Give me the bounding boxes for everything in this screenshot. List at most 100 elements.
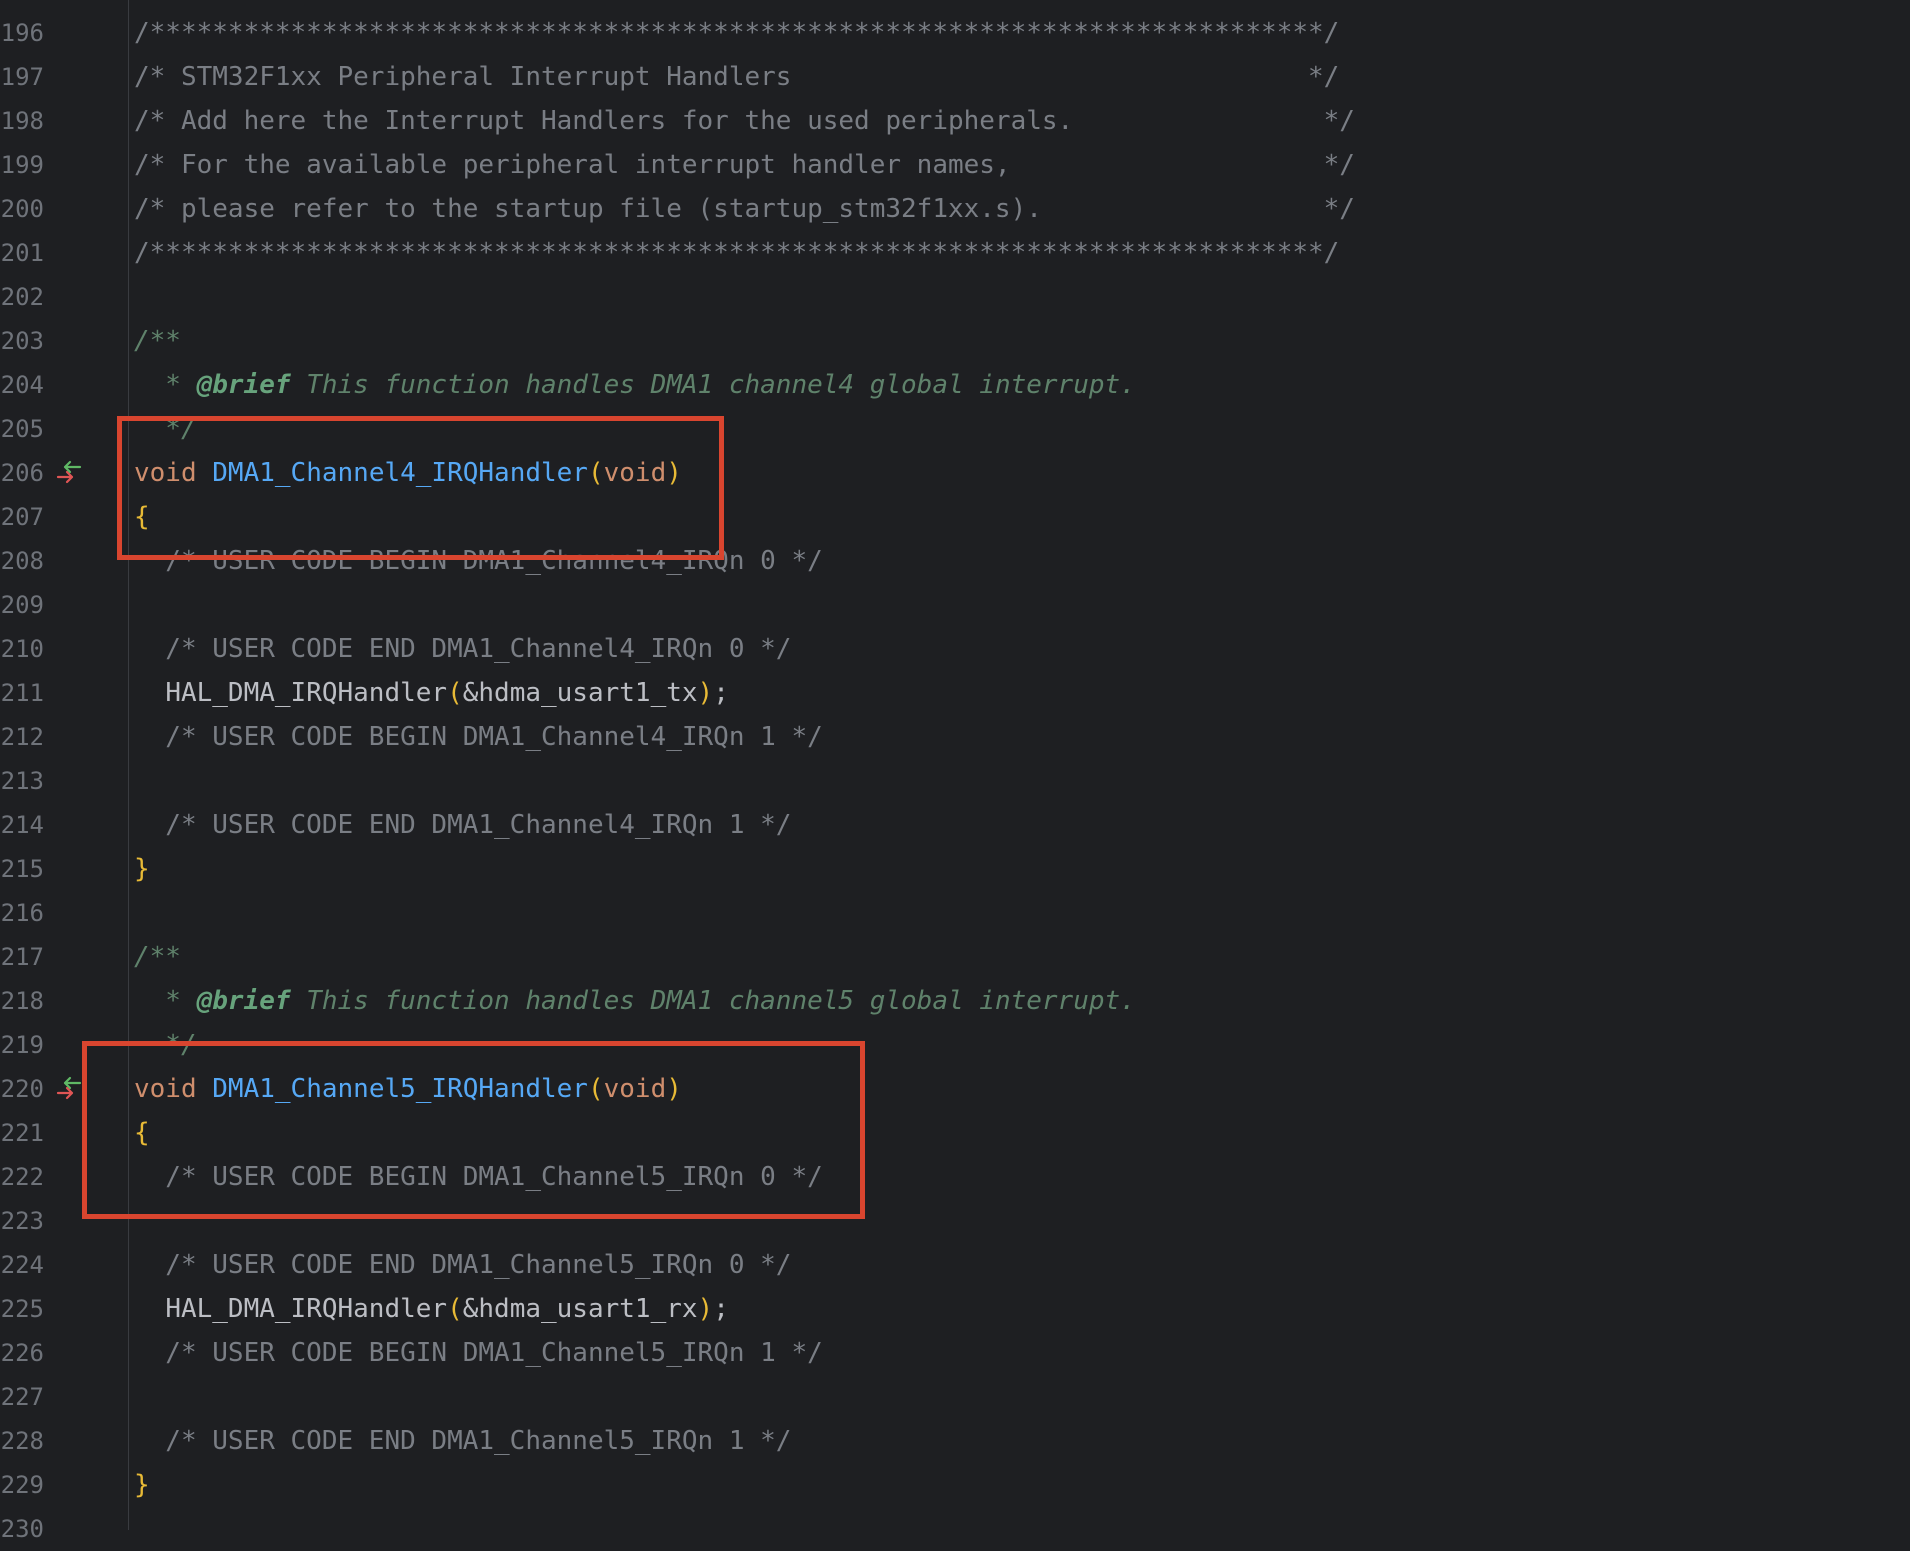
- code-line[interactable]: 220 void DMA1_Channel5_IRQHandler(void): [0, 1067, 1910, 1111]
- code-text[interactable]: /**: [134, 319, 181, 363]
- code-text[interactable]: {: [134, 495, 150, 539]
- line-number[interactable]: 217: [0, 935, 44, 979]
- code-line[interactable]: 226 /* USER CODE BEGIN DMA1_Channel5_IRQ…: [0, 1331, 1910, 1375]
- code-text[interactable]: /* USER CODE BEGIN DMA1_Channel5_IRQn 0 …: [134, 1155, 822, 1199]
- line-number[interactable]: 205: [0, 407, 44, 451]
- line-number[interactable]: 227: [0, 1375, 44, 1419]
- code-line[interactable]: 198 /* Add here the Interrupt Handlers fo…: [0, 99, 1910, 143]
- code-text[interactable]: /* USER CODE BEGIN DMA1_Channel5_IRQn 1 …: [134, 1331, 822, 1375]
- code-line[interactable]: 224 /* USER CODE END DMA1_Channel5_IRQn …: [0, 1243, 1910, 1287]
- line-number[interactable]: 213: [0, 759, 44, 803]
- code-line[interactable]: 225 HAL_DMA_IRQHandler(&hdma_usart1_rx);: [0, 1287, 1910, 1331]
- code-line[interactable]: 222 /* USER CODE BEGIN DMA1_Channel5_IRQ…: [0, 1155, 1910, 1199]
- code-line[interactable]: 211 HAL_DMA_IRQHandler(&hdma_usart1_tx);: [0, 671, 1910, 715]
- line-number[interactable]: 223: [0, 1199, 44, 1243]
- line-number[interactable]: 226: [0, 1331, 44, 1375]
- code-text[interactable]: */: [134, 1023, 196, 1067]
- code-text[interactable]: /* USER CODE BEGIN DMA1_Channel4_IRQn 0 …: [134, 539, 822, 583]
- line-number[interactable]: 221: [0, 1111, 44, 1155]
- line-number[interactable]: 229: [0, 1463, 44, 1507]
- implementation-arrows-icon[interactable]: [56, 1073, 86, 1105]
- code-line[interactable]: 202: [0, 275, 1910, 319]
- code-text[interactable]: /* please refer to the startup file (sta…: [134, 187, 1355, 231]
- line-number[interactable]: 222: [0, 1155, 44, 1199]
- code-text[interactable]: /***************************************…: [134, 231, 1339, 275]
- code-text[interactable]: */: [134, 407, 196, 451]
- code-line[interactable]: 207 {: [0, 495, 1910, 539]
- code-line[interactable]: 218 * @brief This function handles DMA1 …: [0, 979, 1910, 1023]
- code-line[interactable]: 197 /* STM32F1xx Peripheral Interrupt Han…: [0, 55, 1910, 99]
- code-line[interactable]: 219 */: [0, 1023, 1910, 1067]
- line-number[interactable]: 197: [0, 55, 44, 99]
- code-line[interactable]: 209: [0, 583, 1910, 627]
- code-line[interactable]: 230: [0, 1507, 1910, 1551]
- code-line[interactable]: 214 /* USER CODE END DMA1_Channel4_IRQn …: [0, 803, 1910, 847]
- code-line[interactable]: 210 /* USER CODE END DMA1_Channel4_IRQn …: [0, 627, 1910, 671]
- line-number[interactable]: 202: [0, 275, 44, 319]
- line-number[interactable]: 214: [0, 803, 44, 847]
- line-number[interactable]: 225: [0, 1287, 44, 1331]
- code-text[interactable]: HAL_DMA_IRQHandler(&hdma_usart1_tx);: [134, 671, 729, 715]
- code-line[interactable]: 208 /* USER CODE BEGIN DMA1_Channel4_IRQ…: [0, 539, 1910, 583]
- line-number[interactable]: 220: [0, 1067, 44, 1111]
- code-line[interactable]: 199 /* For the available peripheral inter…: [0, 143, 1910, 187]
- code-text[interactable]: /* USER CODE END DMA1_Channel5_IRQn 1 */: [134, 1419, 791, 1463]
- line-number[interactable]: 201: [0, 231, 44, 275]
- code-line[interactable]: 205 */: [0, 407, 1910, 451]
- implementation-arrows-icon[interactable]: [56, 457, 86, 489]
- code-editor[interactable]: 196 /************************************…: [0, 0, 1910, 1543]
- code-text[interactable]: /* Add here the Interrupt Handlers for t…: [134, 99, 1355, 143]
- code-text[interactable]: /* For the available peripheral interrup…: [134, 143, 1355, 187]
- code-text[interactable]: void DMA1_Channel5_IRQHandler(void): [134, 1067, 682, 1111]
- code-line[interactable]: 215}: [0, 847, 1910, 891]
- line-number[interactable]: 199: [0, 143, 44, 187]
- code-line[interactable]: 223: [0, 1199, 1910, 1243]
- code-text[interactable]: * @brief This function handles DMA1 chan…: [134, 979, 1136, 1023]
- line-number[interactable]: 209: [0, 583, 44, 627]
- code-line[interactable]: 212 /* USER CODE BEGIN DMA1_Channel4_IRQ…: [0, 715, 1910, 759]
- code-line[interactable]: 221 {: [0, 1111, 1910, 1155]
- line-number[interactable]: 198: [0, 99, 44, 143]
- line-number[interactable]: 228: [0, 1419, 44, 1463]
- line-number[interactable]: 204: [0, 363, 44, 407]
- code-line[interactable]: 216: [0, 891, 1910, 935]
- line-number[interactable]: 208: [0, 539, 44, 583]
- code-text[interactable]: * @brief This function handles DMA1 chan…: [134, 363, 1136, 407]
- code-text[interactable]: }: [134, 847, 150, 891]
- code-line[interactable]: 201 /************************************…: [0, 231, 1910, 275]
- code-line[interactable]: 228 /* USER CODE END DMA1_Channel5_IRQn …: [0, 1419, 1910, 1463]
- code-text[interactable]: }: [134, 1463, 150, 1507]
- code-line[interactable]: 200 /* please refer to the startup file (…: [0, 187, 1910, 231]
- line-number[interactable]: 215: [0, 847, 44, 891]
- line-number[interactable]: 210: [0, 627, 44, 671]
- line-number[interactable]: 207: [0, 495, 44, 539]
- line-number[interactable]: 218: [0, 979, 44, 1023]
- line-number[interactable]: 212: [0, 715, 44, 759]
- line-number[interactable]: 200: [0, 187, 44, 231]
- line-number[interactable]: 203: [0, 319, 44, 363]
- line-number[interactable]: 196: [0, 11, 44, 55]
- code-line[interactable]: 196 /************************************…: [0, 11, 1910, 55]
- code-line[interactable]: 229}: [0, 1463, 1910, 1507]
- line-number[interactable]: 211: [0, 671, 44, 715]
- code-text[interactable]: /* USER CODE END DMA1_Channel4_IRQn 1 */: [134, 803, 791, 847]
- line-number[interactable]: 224: [0, 1243, 44, 1287]
- line-number[interactable]: 219: [0, 1023, 44, 1067]
- code-line[interactable]: 227: [0, 1375, 1910, 1419]
- code-text[interactable]: /* USER CODE END DMA1_Channel5_IRQn 0 */: [134, 1243, 791, 1287]
- code-text[interactable]: /* USER CODE BEGIN DMA1_Channel4_IRQn 1 …: [134, 715, 822, 759]
- code-line[interactable]: 203 /**: [0, 319, 1910, 363]
- code-text[interactable]: /**: [134, 935, 181, 979]
- code-line[interactable]: 217 /**: [0, 935, 1910, 979]
- code-line[interactable]: 213: [0, 759, 1910, 803]
- code-line[interactable]: 204 * @brief This function handles DMA1 …: [0, 363, 1910, 407]
- code-line[interactable]: 206 void DMA1_Channel4_IRQHandler(void): [0, 451, 1910, 495]
- line-number[interactable]: 230: [0, 1507, 44, 1551]
- code-text[interactable]: /***************************************…: [134, 11, 1339, 55]
- line-number[interactable]: 216: [0, 891, 44, 935]
- line-number[interactable]: 206: [0, 451, 44, 495]
- code-text[interactable]: /* USER CODE END DMA1_Channel4_IRQn 0 */: [134, 627, 791, 671]
- code-text[interactable]: void DMA1_Channel4_IRQHandler(void): [134, 451, 682, 495]
- code-text[interactable]: HAL_DMA_IRQHandler(&hdma_usart1_rx);: [134, 1287, 729, 1331]
- code-text[interactable]: {: [134, 1111, 150, 1155]
